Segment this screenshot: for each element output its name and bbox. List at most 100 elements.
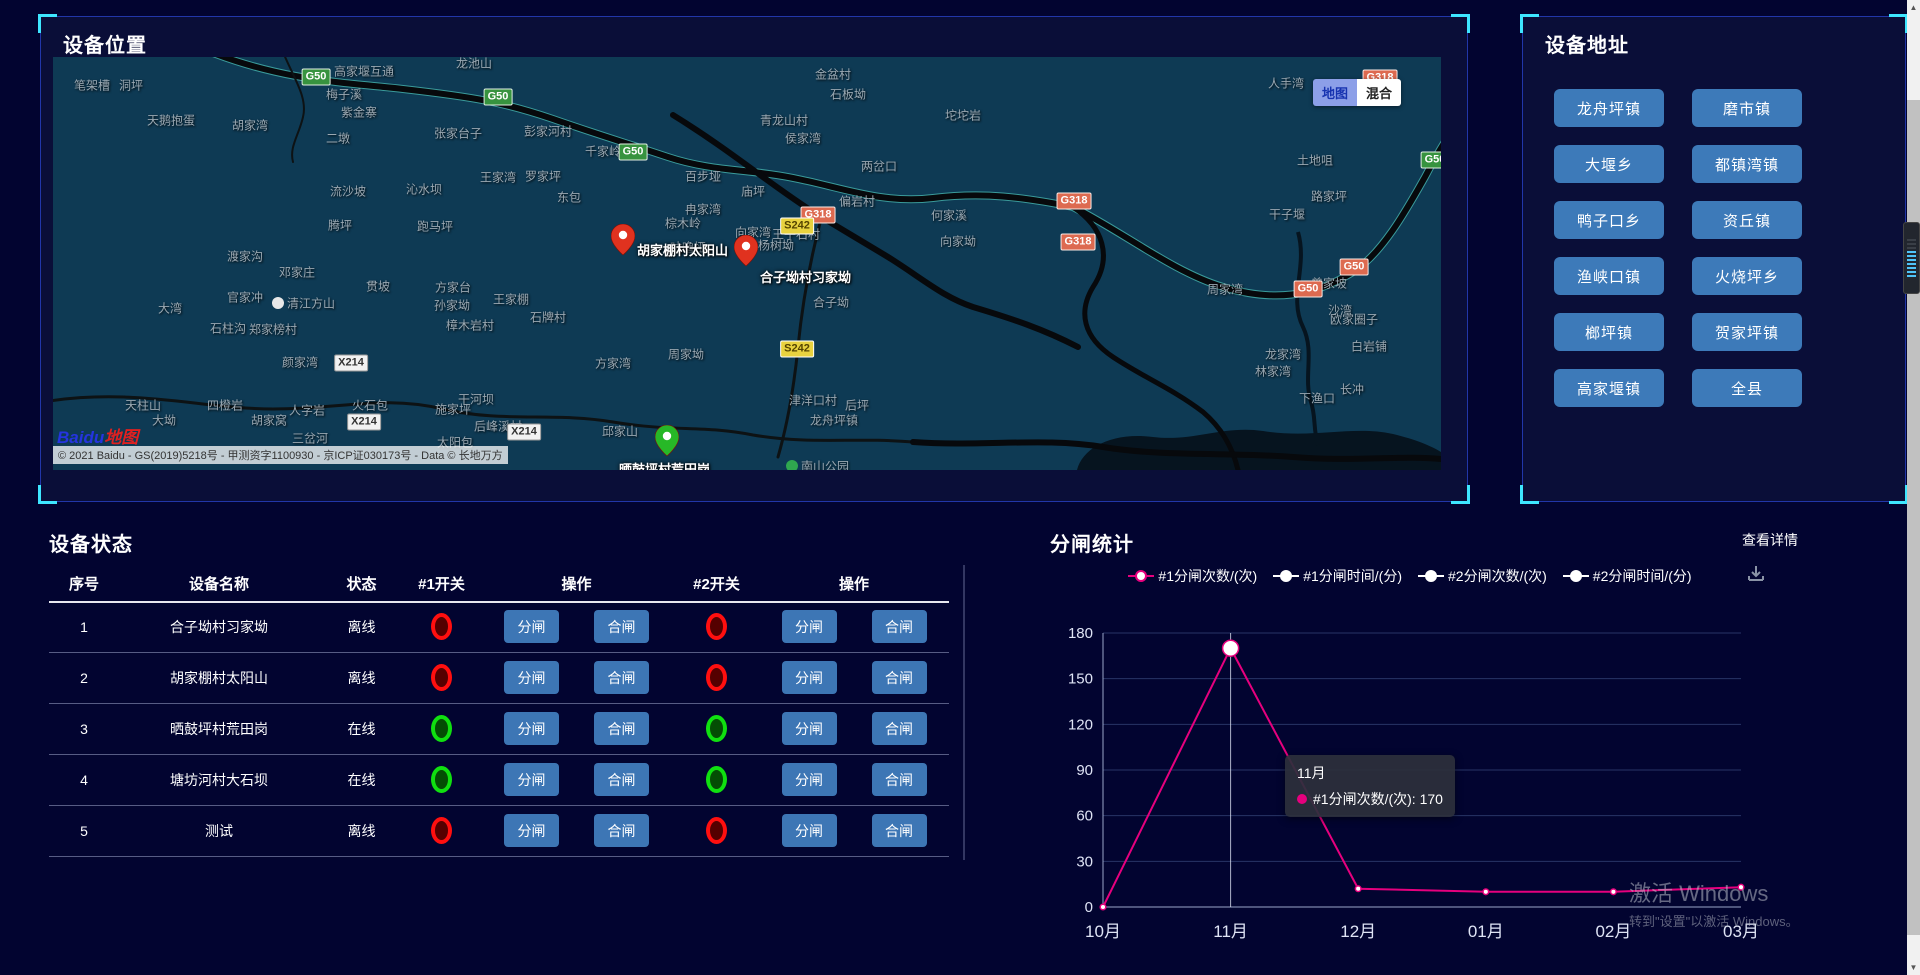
close-button[interactable]: 合闸 — [872, 712, 927, 745]
table-header-cell: #2开关 — [674, 573, 759, 594]
address-button-5[interactable]: 鸭子口乡 — [1554, 201, 1664, 239]
tooltip-series-dot — [1297, 794, 1307, 804]
map-pin-icon[interactable] — [611, 224, 635, 256]
corner-decoration — [38, 485, 57, 504]
svg-text:150: 150 — [1068, 671, 1093, 688]
close-button[interactable]: 合闸 — [872, 814, 927, 847]
table-row: 3晒鼓坪村荒田岗在线分闸合闸分闸合闸 — [49, 703, 949, 755]
table-cell — [674, 664, 759, 691]
address-button-11[interactable]: 高家堰镇 — [1554, 369, 1664, 407]
address-button-6[interactable]: 资丘镇 — [1692, 201, 1802, 239]
table-cell: 分闸 合闸 — [759, 814, 949, 847]
map-place-label: 欧家圈子 — [1330, 311, 1378, 328]
map-place-label: 人手湾 — [1268, 75, 1304, 92]
baidu-map[interactable]: 笔架槽洞坪天鹅抱蛋胡家湾高家堰互通梅子溪紫金寨二墩龙池山流沙坡沁水坝腾坪跑马坪渡… — [53, 57, 1441, 470]
close-button[interactable]: 合闸 — [594, 661, 649, 694]
map-place-label: 石板坳 — [830, 86, 866, 103]
map-place-label: 胡家湾 — [232, 117, 268, 134]
trip-button[interactable]: 分闸 — [782, 661, 837, 694]
address-button-10[interactable]: 贺家坪镇 — [1692, 313, 1802, 351]
legend-item[interactable]: #1分闸时间/(分) — [1273, 566, 1402, 586]
close-button[interactable]: 合闸 — [872, 610, 927, 643]
trip-button[interactable]: 分闸 — [504, 814, 559, 847]
table-cell: 分闸 合闸 — [479, 763, 674, 796]
table-cell: 分闸 合闸 — [759, 661, 949, 694]
close-button[interactable]: 合闸 — [872, 763, 927, 796]
page-scrollbar[interactable] — [1907, 0, 1920, 975]
road-badge-G50: G50 — [1340, 259, 1369, 276]
address-button-12[interactable]: 全县 — [1692, 369, 1802, 407]
map-pin-label: 合子坳村习家坳 — [760, 267, 851, 286]
map-pin-icon[interactable] — [655, 425, 679, 457]
legend-item[interactable]: #1分闸次数/(次) — [1128, 566, 1257, 586]
trip-button[interactable]: 分闸 — [504, 763, 559, 796]
table-cell: 2 — [49, 670, 119, 686]
map-place-label: 邓家庄 — [279, 264, 315, 281]
trip-button[interactable]: 分闸 — [782, 712, 837, 745]
close-button[interactable]: 合闸 — [594, 712, 649, 745]
map-place-label: 官家冲 — [227, 289, 263, 306]
scrollbar-up-arrow[interactable]: ▲ — [1907, 0, 1920, 15]
close-button[interactable]: 合闸 — [872, 661, 927, 694]
switch2-indicator-green — [706, 715, 727, 742]
address-button-9[interactable]: 榔坪镇 — [1554, 313, 1664, 351]
switch1-indicator-red — [431, 613, 452, 640]
scrollbar-down-arrow[interactable]: ▼ — [1907, 960, 1920, 975]
close-button[interactable]: 合闸 — [594, 814, 649, 847]
close-button[interactable]: 合闸 — [594, 610, 649, 643]
map-place-label: 长冲 — [1340, 381, 1364, 398]
tooltip-value-text: #1分闸次数/(次): 170 — [1313, 789, 1443, 809]
trip-button[interactable]: 分闸 — [504, 712, 559, 745]
svg-text:12月: 12月 — [1340, 922, 1376, 941]
road-badge-G50: G50 — [484, 89, 513, 106]
road-badge-G50: G50 — [302, 69, 331, 86]
address-button-7[interactable]: 渔峡口镇 — [1554, 257, 1664, 295]
address-button-1[interactable]: 龙舟坪镇 — [1554, 89, 1664, 127]
map-type-hybrid-button[interactable]: 混合 — [1357, 79, 1401, 106]
map-place-label: 邱家山 — [602, 423, 638, 440]
svg-text:02月: 02月 — [1595, 922, 1631, 941]
svg-text:10月: 10月 — [1085, 922, 1121, 941]
status-cell: 在线 — [319, 770, 404, 790]
map-place-label: 干子堰 — [1269, 206, 1305, 223]
map-place-label: 张家台子 — [434, 125, 482, 142]
address-button-3[interactable]: 大堰乡 — [1554, 145, 1664, 183]
close-button[interactable]: 合闸 — [594, 763, 649, 796]
table-cell — [404, 715, 479, 742]
table-cell: 3 — [49, 721, 119, 737]
legend-label: #2分闸时间/(分) — [1593, 566, 1692, 586]
trip-button[interactable]: 分闸 — [782, 814, 837, 847]
docked-tool-widget[interactable] — [1903, 222, 1920, 294]
map-place-label: 四橙岩 — [207, 397, 243, 414]
device-name-cell: 合子坳村习家坳 — [119, 617, 319, 637]
address-button-2[interactable]: 磨市镇 — [1692, 89, 1802, 127]
table-cell — [674, 613, 759, 640]
map-place-label: 合子坳 — [813, 294, 849, 311]
map-place-label: 龙池山 — [456, 57, 492, 72]
map-place-label: 三岔河 — [292, 430, 328, 447]
address-button-8[interactable]: 火烧坪乡 — [1692, 257, 1802, 295]
trip-button[interactable]: 分闸 — [782, 610, 837, 643]
switch2-indicator-red — [706, 664, 727, 691]
stats-section-title: 分闸统计 — [1050, 528, 1134, 557]
trip-button[interactable]: 分闸 — [504, 610, 559, 643]
legend-item[interactable]: #2分闸次数/(次) — [1418, 566, 1547, 586]
address-button-4[interactable]: 都镇湾镇 — [1692, 145, 1802, 183]
map-pin-icon[interactable] — [734, 235, 758, 267]
baidu-logo: Baidu地图 — [57, 423, 138, 448]
table-cell — [674, 817, 759, 844]
legend-item[interactable]: #2分闸时间/(分) — [1563, 566, 1692, 586]
map-place-label: 杨树坳 — [758, 237, 794, 254]
device-name-cell: 塘坊河村大石坝 — [119, 770, 319, 790]
view-details-link[interactable]: 查看详情 — [1742, 530, 1798, 550]
map-place-label: 樟木岩村 — [446, 317, 494, 334]
map-type-control[interactable]: 地图 混合 — [1313, 79, 1401, 106]
switch1-indicator-red — [431, 664, 452, 691]
table-scrollbar[interactable] — [963, 565, 965, 860]
map-type-map-button[interactable]: 地图 — [1313, 79, 1357, 106]
map-place-label: 王家棚 — [493, 291, 529, 308]
trip-button[interactable]: 分闸 — [504, 661, 559, 694]
map-place-label: 大湾 — [158, 300, 182, 317]
trip-button[interactable]: 分闸 — [782, 763, 837, 796]
map-pin-label: 晒鼓坪村荒田岗 — [619, 459, 710, 470]
